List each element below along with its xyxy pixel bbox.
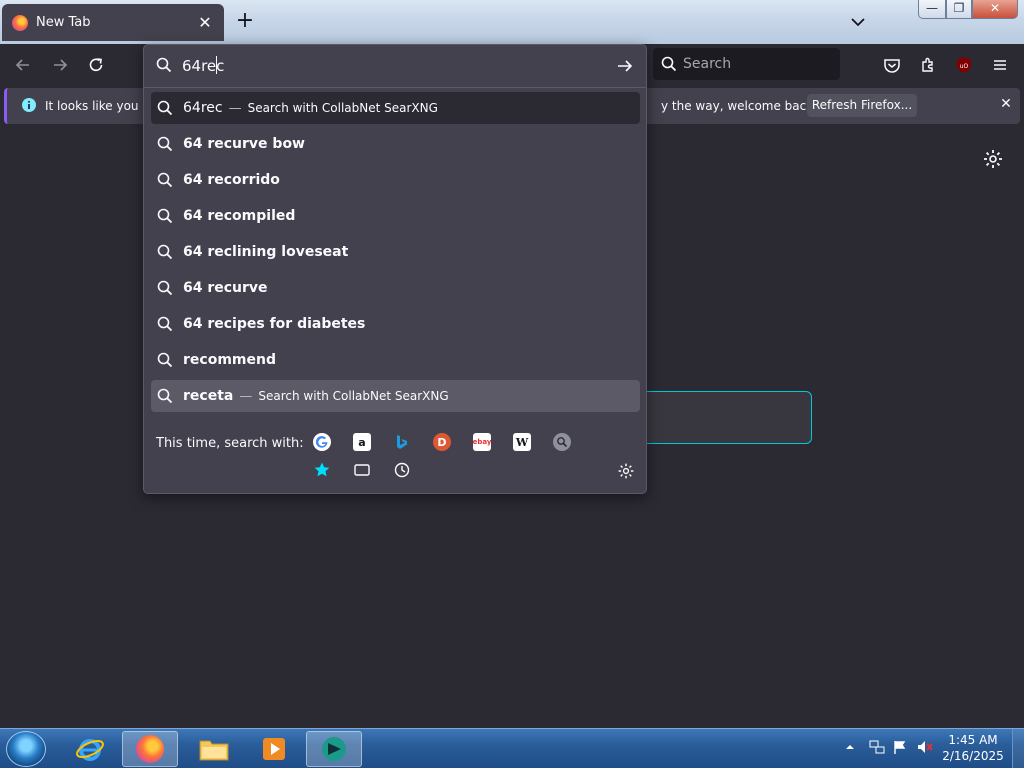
title-bar: New Tab ✕ + — ❐ ✕ <box>0 0 1024 44</box>
start-button[interactable] <box>6 731 46 767</box>
notification-close-icon[interactable]: ✕ <box>997 96 1015 114</box>
notification-text-right: y the way, welcome back! <box>661 99 819 113</box>
search-settings-gear-icon[interactable] <box>617 462 635 480</box>
refresh-firefox-button[interactable]: Refresh Firefox... <box>807 94 917 117</box>
reload-icon[interactable] <box>83 52 109 78</box>
bing-icon[interactable] <box>393 433 411 451</box>
suggestion-dash: — <box>239 388 253 404</box>
searxng-icon[interactable] <box>553 433 571 451</box>
search-icon <box>157 172 173 188</box>
urlbar-dropdown: This time, search with: a D ebay W 64rec… <box>143 44 647 494</box>
search-icon <box>157 352 173 368</box>
one-off-label: This time, search with: <box>156 436 304 451</box>
suggestion-dash: — <box>228 100 242 116</box>
suggestion-item[interactable]: receta — Search with CollabNet SearXNG <box>151 380 640 412</box>
suggestion-action: Search with CollabNet SearXNG <box>247 101 438 115</box>
info-icon <box>22 98 36 112</box>
search-icon <box>157 388 173 404</box>
tabs-icon[interactable] <box>353 461 371 479</box>
extensions-icon[interactable] <box>915 52 941 78</box>
urlbar-separator <box>144 87 646 88</box>
google-icon[interactable] <box>313 433 331 451</box>
amazon-icon[interactable]: a <box>353 433 371 451</box>
forward-arrow-icon[interactable] <box>47 52 73 78</box>
notification-text-left: It looks like you ha <box>45 99 158 113</box>
bookmarks-icon[interactable] <box>313 461 331 479</box>
system-tray <box>842 737 942 759</box>
suggestion-item[interactable]: 64 reclining loveseat <box>151 236 640 268</box>
suggestion-item[interactable]: 64 recipes for diabetes <box>151 308 640 340</box>
tab-title: New Tab <box>36 15 91 30</box>
web-search-placeholder: Search <box>683 56 732 72</box>
suggestion-label: 64 reclining loveseat <box>183 244 349 260</box>
wikipedia-icon[interactable]: W <box>513 433 531 451</box>
tab-close-icon[interactable]: ✕ <box>196 13 214 32</box>
pocket-icon[interactable] <box>879 52 905 78</box>
suggestion-label: recommend <box>183 352 276 368</box>
suggestion-label: 64 recompiled <box>183 208 296 224</box>
search-icon <box>157 136 173 152</box>
duckduckgo-icon[interactable]: D <box>433 433 451 451</box>
volume-muted-icon[interactable] <box>916 739 934 755</box>
urlbar-input[interactable] <box>182 55 602 77</box>
media-player-icon[interactable] <box>246 731 302 767</box>
taskbar: 1:45 AM 2/16/2025 <box>0 728 1024 768</box>
network-icon[interactable] <box>868 739 886 755</box>
suggestion-label: 64 recurve bow <box>183 136 305 152</box>
tab-new-tab[interactable]: New Tab ✕ <box>2 4 224 41</box>
new-tab-button[interactable]: + <box>233 10 257 34</box>
suggestion-item[interactable]: recommend <box>151 344 640 376</box>
suggestion-label: 64 recorrido <box>183 172 280 188</box>
go-arrow-icon[interactable] <box>614 55 636 77</box>
window-maximize-button[interactable]: ❐ <box>946 0 972 19</box>
show-desktop-button[interactable] <box>1012 729 1024 768</box>
app-icon[interactable] <box>306 731 362 767</box>
svg-text:uO: uO <box>960 63 969 70</box>
suggestion-label: 64rec <box>183 100 223 116</box>
clock-time[interactable]: 1:45 AM <box>938 733 1008 747</box>
suggestion-action: Search with CollabNet SearXNG <box>258 389 449 403</box>
suggestion-label: receta <box>183 388 234 404</box>
suggestion-item[interactable]: 64rec — Search with CollabNet SearXNG <box>151 92 640 124</box>
suggestion-item[interactable]: 64 recorrido <box>151 164 640 196</box>
internet-explorer-icon[interactable] <box>62 731 118 767</box>
search-icon <box>157 244 173 260</box>
suggestion-item[interactable]: 64 recompiled <box>151 200 640 232</box>
window-minimize-button[interactable]: — <box>918 0 946 19</box>
firefox-tab-icon <box>12 14 28 31</box>
search-icon <box>157 100 173 116</box>
search-icon <box>157 316 173 332</box>
list-all-tabs-chevron-icon[interactable] <box>846 10 870 34</box>
suggestion-item[interactable]: 64 recurve bow <box>151 128 640 160</box>
urlbar-search-icon <box>156 57 172 73</box>
back-arrow-icon[interactable] <box>10 52 36 78</box>
action-center-flag-icon[interactable] <box>892 739 908 755</box>
search-icon <box>157 280 173 296</box>
file-explorer-icon[interactable] <box>186 731 242 767</box>
firefox-icon[interactable] <box>122 731 178 767</box>
clock-date[interactable]: 2/16/2025 <box>938 749 1008 763</box>
personalize-gear-icon[interactable] <box>982 148 1004 170</box>
ebay-icon[interactable]: ebay <box>473 433 491 451</box>
suggestion-item[interactable]: 64 recurve <box>151 272 640 304</box>
web-search-box[interactable]: Search <box>653 48 840 80</box>
text-caret <box>216 56 217 74</box>
search-icon <box>661 56 677 72</box>
suggestion-label: 64 recipes for diabetes <box>183 316 366 332</box>
show-hidden-icons-icon[interactable] <box>844 741 856 753</box>
hamburger-menu-icon[interactable] <box>987 52 1013 78</box>
ublock-origin-icon[interactable]: uO <box>951 52 977 78</box>
suggestion-label: 64 recurve <box>183 280 268 296</box>
window-close-button[interactable]: ✕ <box>972 0 1018 19</box>
history-icon[interactable] <box>393 461 411 479</box>
search-icon <box>157 208 173 224</box>
